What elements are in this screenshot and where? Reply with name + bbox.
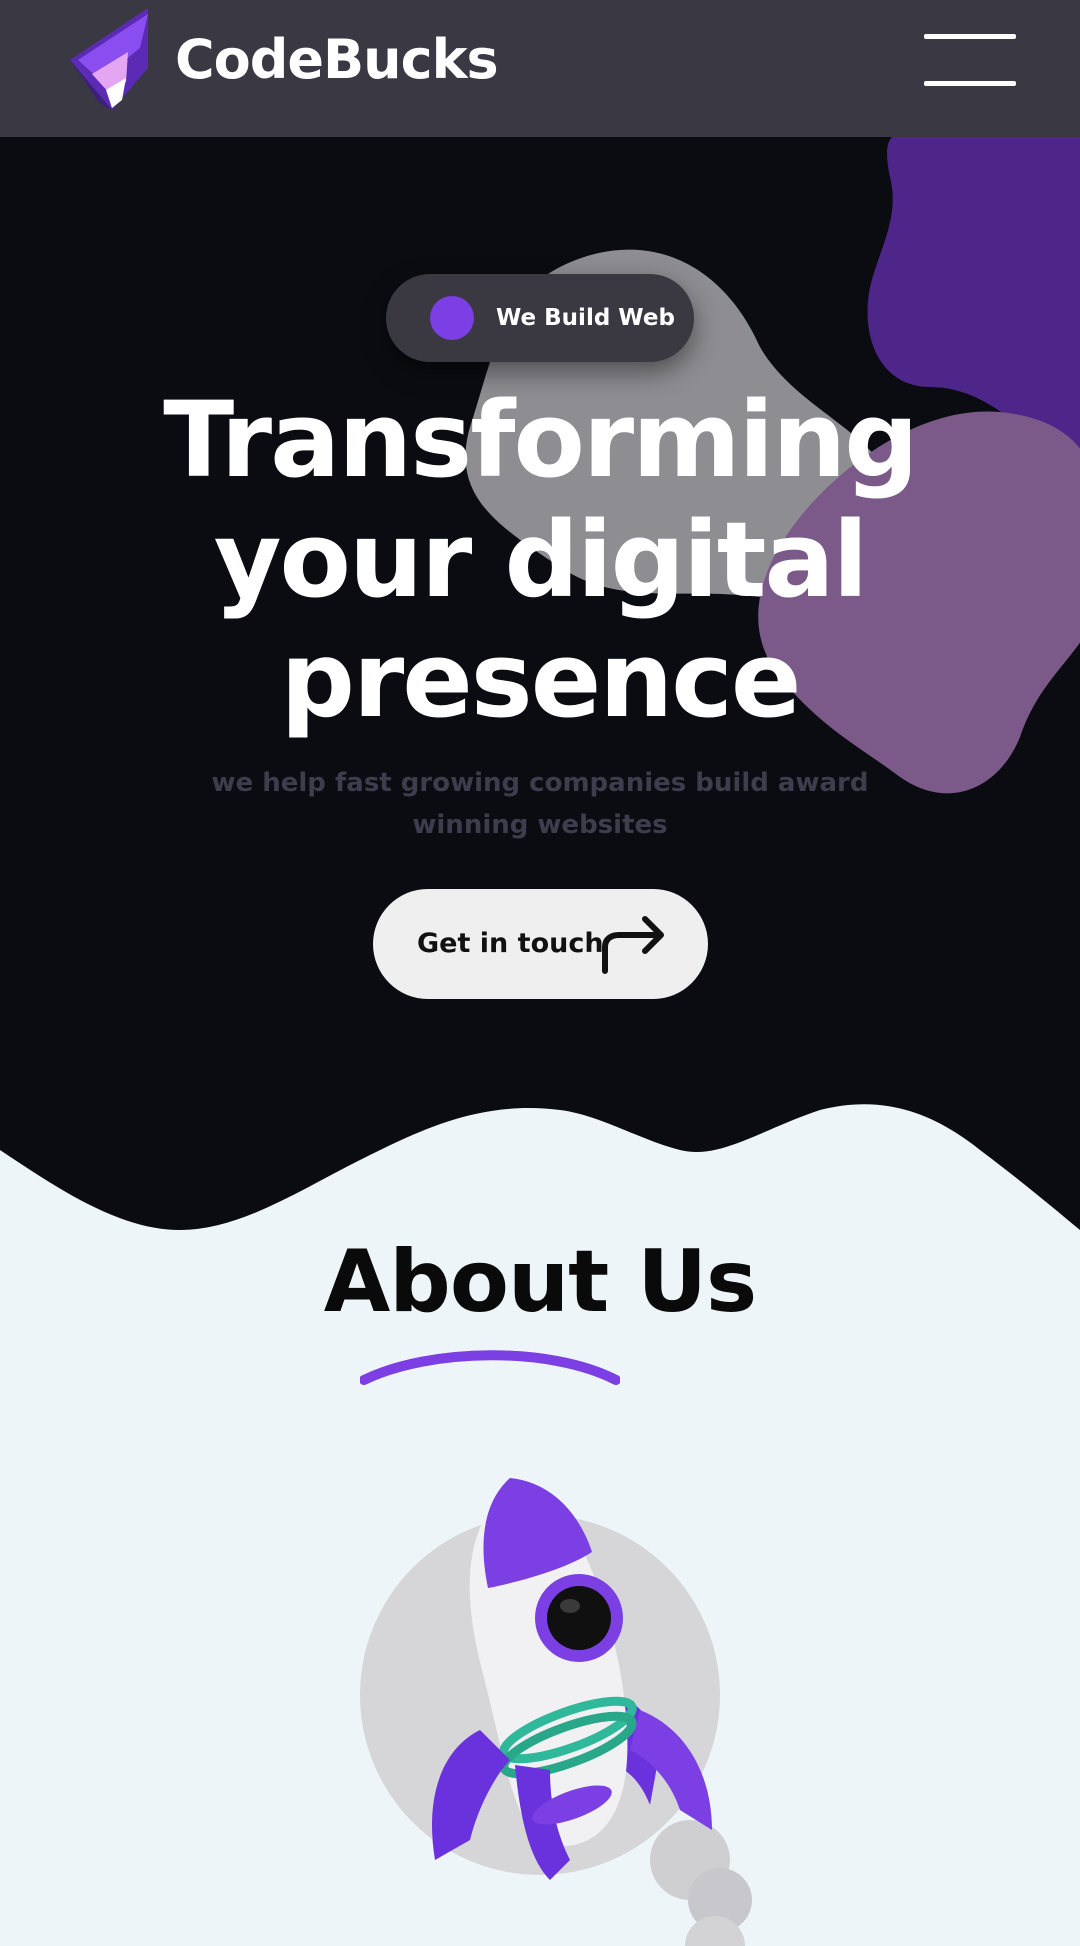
title-underline bbox=[360, 1350, 620, 1385]
arrow-turn-right-icon bbox=[602, 916, 664, 974]
about-title: About Us bbox=[323, 1232, 758, 1332]
hero-title: Transforming your digital presence bbox=[163, 379, 918, 741]
brand-name[interactable]: CodeBucks bbox=[175, 28, 499, 92]
hamburger-line bbox=[924, 81, 1016, 86]
tagline-badge: We Build Web bbox=[386, 274, 694, 362]
hero-section: We Build Web Transforming your digital p… bbox=[0, 137, 1080, 1237]
get-in-touch-button[interactable]: Get in touch bbox=[373, 889, 708, 999]
badge-label: We Build Web bbox=[496, 305, 675, 331]
hamburger-menu-button[interactable] bbox=[924, 34, 1016, 88]
badge-dot-icon bbox=[430, 296, 474, 340]
hamburger-menu-icon bbox=[924, 34, 1016, 39]
cta-label: Get in touch bbox=[417, 928, 604, 959]
rocket-illustration bbox=[360, 1478, 752, 1946]
hero-subtitle: we help fast growing companies build awa… bbox=[211, 768, 869, 840]
codebucks-logo-icon[interactable] bbox=[70, 8, 150, 110]
site-header: CodeBucks bbox=[0, 0, 1080, 137]
